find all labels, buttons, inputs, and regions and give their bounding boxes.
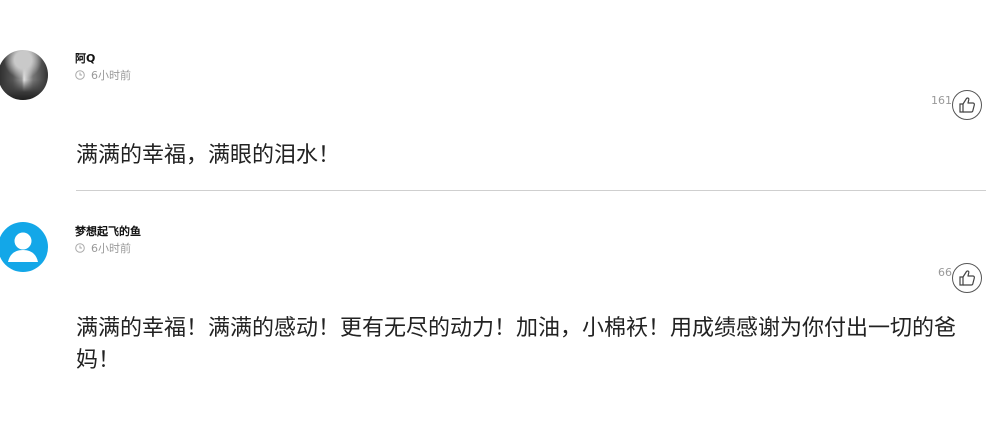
comment-meta: 6小时前 (75, 67, 131, 83)
avatar[interactable] (0, 50, 48, 100)
clock-icon (75, 243, 85, 253)
comment-time: 6小时前 (91, 242, 131, 255)
comment-text: 满满的幸福！满满的感动！更有无尽的动力！加油，小棉袄！用成绩感谢为你付出一切的爸… (76, 316, 957, 373)
username[interactable]: 阿Q (75, 50, 95, 66)
like-button[interactable] (952, 263, 982, 293)
comment-meta: 6小时前 (75, 240, 131, 256)
like-button[interactable] (952, 90, 982, 120)
avatar[interactable] (0, 222, 48, 272)
username[interactable]: 梦想起飞的鱼 (75, 223, 141, 239)
clock-icon (75, 70, 85, 80)
thumbs-up-icon (959, 270, 975, 286)
comment-text: 满满的幸福，满眼的泪水！ (76, 143, 341, 168)
comment-time: 6小时前 (91, 69, 131, 82)
comment-item: 阿Q 6小时前 161 满满的幸福，满眼的泪水！ (0, 0, 1000, 190)
comment-item: 梦想起飞的鱼 6小时前 66 满满的幸福！满满的感动！更有无尽的动力！加油，小棉… (0, 190, 1000, 423)
like-count: 66 (938, 266, 952, 279)
default-user-icon (8, 232, 38, 262)
thumbs-up-icon (959, 97, 975, 113)
like-count: 161 (931, 94, 952, 107)
